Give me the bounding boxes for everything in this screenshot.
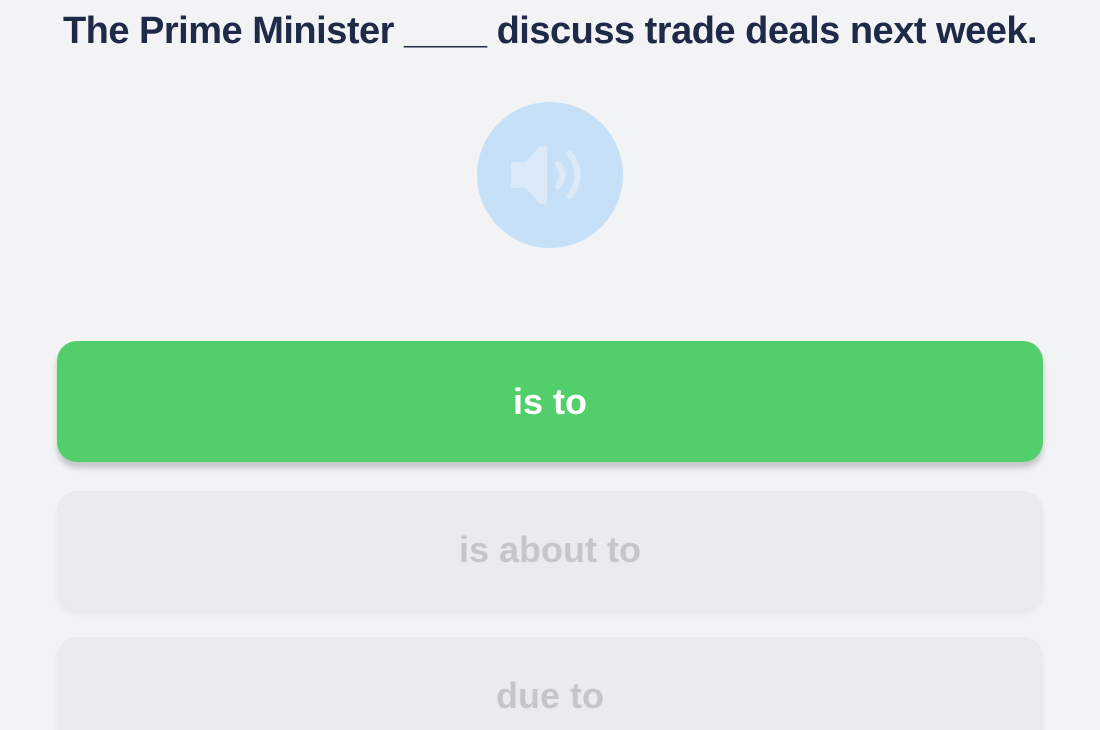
answer-option-label: due to [496,675,604,716]
speaker-icon [505,140,595,210]
answer-option-label: is to [512,380,587,422]
answer-option-is-to[interactable]: is to [57,341,1043,462]
play-audio-button[interactable] [477,102,623,248]
answer-option-is-about-to[interactable]: is about to [57,491,1043,609]
answer-option-label: is about to [459,529,641,570]
quiz-screen: The Prime Minister ____ discuss trade de… [0,0,1100,730]
answer-option-due-to[interactable]: due to [57,637,1043,730]
question-text: The Prime Minister ____ discuss trade de… [62,10,1038,52]
